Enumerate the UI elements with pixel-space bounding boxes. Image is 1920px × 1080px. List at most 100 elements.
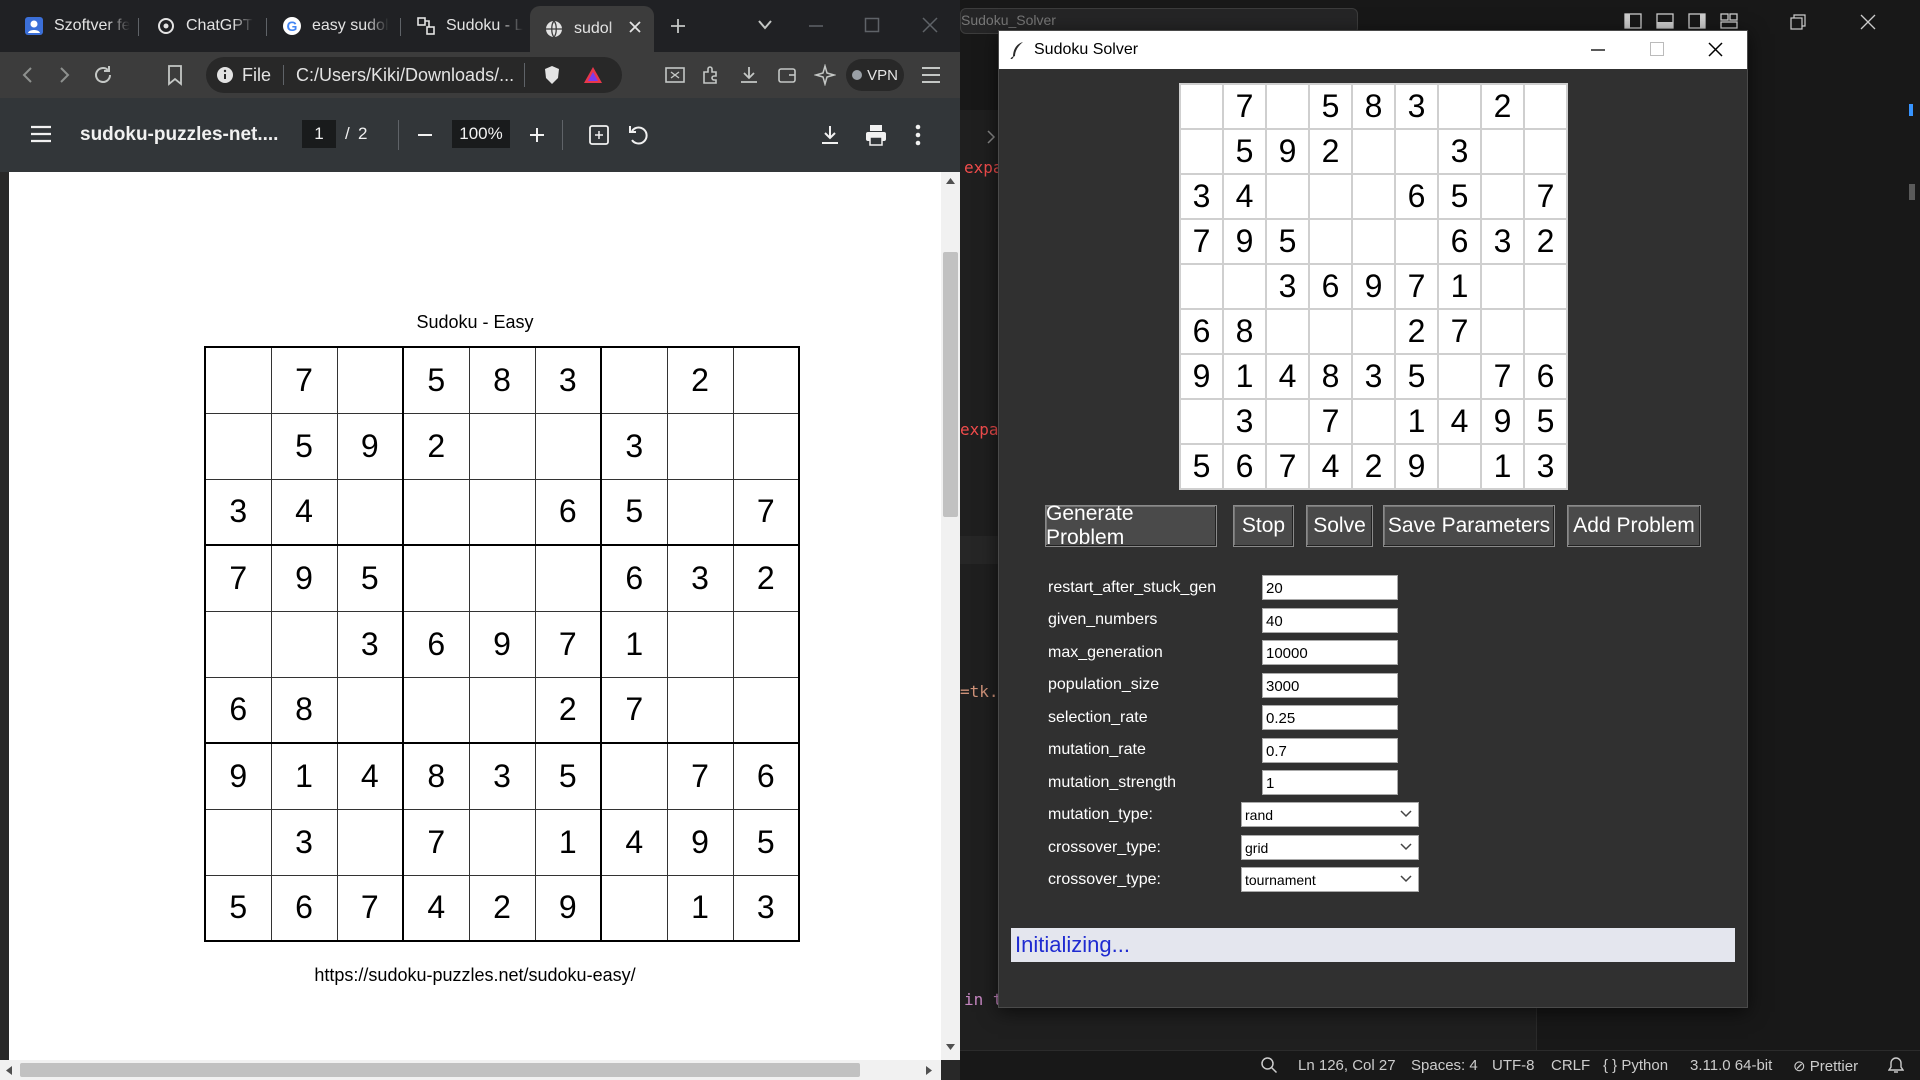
maximize-icon[interactable] [864, 17, 880, 33]
solver-sudoku-cell[interactable]: 7 [1222, 83, 1267, 130]
solver-sudoku-cell[interactable]: 3 [1265, 263, 1310, 310]
indentation[interactable]: Spaces: 4 [1411, 1057, 1478, 1074]
solver-sudoku-cell[interactable]: 7 [1394, 263, 1439, 310]
zoom-out-icon[interactable] [416, 126, 434, 144]
max-generation-input[interactable]: 10000 [1262, 640, 1398, 665]
leo-ai-icon[interactable] [814, 64, 836, 86]
cursor-position[interactable]: Ln 126, Col 27 [1298, 1057, 1396, 1074]
solver-sudoku-cell[interactable] [1308, 308, 1353, 355]
solver-sudoku-cell[interactable]: 4 [1265, 353, 1310, 400]
horizontal-scroll-thumb[interactable] [20, 1063, 860, 1077]
vertical-scroll-thumb[interactable] [943, 252, 958, 517]
solver-sudoku-cell[interactable]: 7 [1265, 443, 1310, 490]
solver-sudoku-cell[interactable] [1351, 128, 1396, 175]
solver-sudoku-cell[interactable]: 3 [1222, 398, 1267, 445]
solver-sudoku-cell[interactable]: 1 [1394, 398, 1439, 445]
notifications-icon[interactable] [1888, 1056, 1904, 1074]
toggle-secondary-sidebar-icon[interactable] [1688, 13, 1706, 29]
mutation-strength-input[interactable]: 1 [1262, 770, 1398, 795]
solver-sudoku-cell[interactable]: 9 [1394, 443, 1439, 490]
tab-pdf-active[interactable]: sudol [530, 6, 654, 52]
generate-problem-button[interactable]: Generate Problem [1045, 502, 1217, 549]
solver-sudoku-cell[interactable]: 5 [1437, 173, 1482, 220]
extensions-icon[interactable] [700, 64, 722, 86]
solver-sudoku-cell[interactable]: 6 [1179, 308, 1224, 355]
solver-sudoku-cell[interactable] [1351, 308, 1396, 355]
solver-sudoku-cell[interactable]: 3 [1480, 218, 1525, 265]
solver-sudoku-cell[interactable] [1265, 308, 1310, 355]
menu-icon[interactable] [920, 66, 942, 84]
solver-sudoku-cell[interactable]: 2 [1480, 83, 1525, 130]
solver-sudoku-cell[interactable]: 6 [1523, 353, 1568, 400]
solver-sudoku-cell[interactable] [1437, 83, 1482, 130]
brave-shield-icon[interactable] [543, 65, 561, 85]
solver-sudoku-cell[interactable]: 8 [1308, 353, 1353, 400]
solver-sudoku-cell[interactable]: 5 [1523, 398, 1568, 445]
solver-sudoku-cell[interactable]: 5 [1222, 128, 1267, 175]
bookmark-icon[interactable] [166, 64, 184, 86]
solver-sudoku-cell[interactable] [1179, 83, 1224, 130]
solver-sudoku-cell[interactable] [1394, 128, 1439, 175]
solver-sudoku-cell[interactable]: 7 [1437, 308, 1482, 355]
horizontal-scrollbar[interactable] [0, 1060, 941, 1080]
line-endings[interactable]: CRLF [1551, 1057, 1590, 1074]
solver-sudoku-cell[interactable] [1523, 128, 1568, 175]
solver-sudoku-cell[interactable]: 7 [1480, 353, 1525, 400]
mutation-type-select[interactable]: rand [1241, 802, 1419, 827]
solver-sudoku-cell[interactable]: 2 [1351, 443, 1396, 490]
solver-sudoku-cell[interactable] [1351, 173, 1396, 220]
selection-rate-input[interactable]: 0.25 [1262, 705, 1398, 730]
solver-sudoku-cell[interactable]: 9 [1179, 353, 1224, 400]
tab-search-chevron-icon[interactable] [756, 18, 774, 32]
solver-sudoku-cell[interactable]: 5 [1179, 443, 1224, 490]
solver-sudoku-cell[interactable] [1523, 308, 1568, 355]
print-icon[interactable] [864, 123, 888, 147]
solver-sudoku-cell[interactable] [1480, 173, 1525, 220]
mutation-rate-input[interactable]: 0.7 [1262, 738, 1398, 763]
solver-close-icon[interactable] [1708, 42, 1723, 57]
solver-sudoku-cell[interactable]: 2 [1308, 128, 1353, 175]
solver-sudoku-cell[interactable]: 1 [1222, 353, 1267, 400]
solver-sudoku-cell[interactable]: 7 [1179, 218, 1224, 265]
vpn-button[interactable]: VPN [846, 59, 904, 91]
solver-sudoku-cell[interactable]: 4 [1222, 173, 1267, 220]
add-problem-button[interactable]: Add Problem [1567, 505, 1701, 547]
toggle-primary-sidebar-icon[interactable] [1624, 13, 1642, 29]
sidebar-screenshot-icon[interactable] [664, 65, 686, 85]
selection-type-select[interactable]: tournament [1241, 867, 1419, 892]
brave-rewards-icon[interactable] [583, 66, 603, 84]
back-icon[interactable] [18, 65, 38, 85]
solver-sudoku-cell[interactable]: 3 [1351, 353, 1396, 400]
population-size-input[interactable]: 3000 [1262, 673, 1398, 698]
solver-sudoku-cell[interactable]: 6 [1222, 443, 1267, 490]
solver-sudoku-cell[interactable]: 1 [1437, 263, 1482, 310]
solver-sudoku-cell[interactable]: 8 [1351, 83, 1396, 130]
solver-minimize-icon[interactable] [1591, 49, 1605, 51]
pdf-sidebar-menu-icon[interactable] [30, 125, 52, 143]
solver-sudoku-cell[interactable] [1480, 263, 1525, 310]
solver-sudoku-cell[interactable]: 5 [1265, 218, 1310, 265]
solver-sudoku-cell[interactable] [1437, 353, 1482, 400]
python-interpreter[interactable]: 3.11.0 64-bit [1690, 1057, 1772, 1074]
rotate-icon[interactable] [626, 123, 650, 147]
close-tab-icon[interactable] [628, 20, 642, 34]
prettier-status[interactable]: ⊘ Prettier [1793, 1057, 1858, 1075]
solver-sudoku-cell[interactable]: 3 [1394, 83, 1439, 130]
wallet-icon[interactable] [776, 64, 798, 86]
solver-sudoku-cell[interactable] [1179, 128, 1224, 175]
vscode-close-icon[interactable] [1860, 14, 1876, 30]
forward-icon[interactable] [54, 65, 74, 85]
solver-sudoku-cell[interactable]: 6 [1437, 218, 1482, 265]
solver-sudoku-cell[interactable]: 9 [1265, 128, 1310, 175]
solver-sudoku-cell[interactable]: 2 [1523, 218, 1568, 265]
info-icon[interactable] [216, 66, 234, 84]
tab-easy-sudoku[interactable]: G easy sudol [270, 6, 396, 46]
solver-sudoku-cell[interactable]: 4 [1437, 398, 1482, 445]
solver-sudoku-cell[interactable]: 7 [1523, 173, 1568, 220]
solver-sudoku-cell[interactable]: 6 [1308, 263, 1353, 310]
stop-button[interactable]: Stop [1233, 505, 1294, 547]
solver-sudoku-cell[interactable]: 3 [1523, 443, 1568, 490]
solver-sudoku-cell[interactable]: 2 [1394, 308, 1439, 355]
solver-sudoku-cell[interactable] [1351, 398, 1396, 445]
solver-sudoku-cell[interactable]: 3 [1179, 173, 1224, 220]
